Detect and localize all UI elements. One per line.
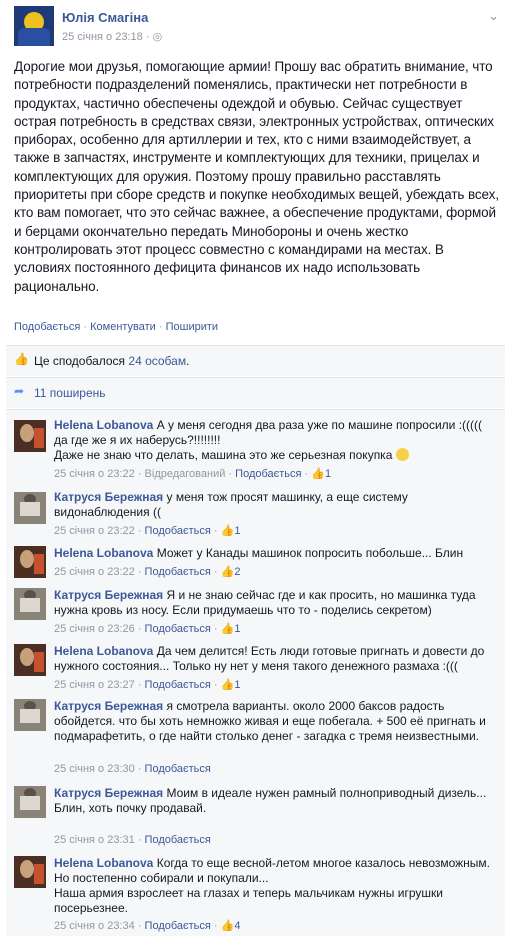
like-link[interactable]: Подобається: [145, 763, 211, 775]
like-link[interactable]: Подобається: [145, 834, 211, 846]
like-link[interactable]: Подобається: [145, 566, 211, 578]
share-action[interactable]: Поширити: [166, 321, 218, 333]
comment-author[interactable]: Helena Lobanova: [54, 418, 153, 432]
likes-count[interactable]: 24 особам: [128, 354, 186, 368]
thumbs-up-icon: 👍: [220, 525, 235, 537]
shares-summary: ➦ 11 поширень: [6, 377, 505, 408]
shares-count[interactable]: 11 поширень: [34, 386, 106, 400]
thumbs-up-icon: 👍: [220, 623, 235, 635]
thumbs-up-icon: 👍: [220, 920, 235, 932]
post-actions: Подобається · Коментувати · Поширити: [14, 321, 219, 333]
avatar[interactable]: [14, 546, 46, 578]
avatar[interactable]: [14, 588, 46, 620]
likes-summary: 👍 Це сподобалося 24 особам.: [6, 345, 505, 376]
like-action[interactable]: Подобається: [14, 321, 80, 333]
smile-emoji-icon: [395, 448, 409, 461]
post-date[interactable]: 25 січня о 23:18: [62, 31, 143, 43]
comment-meta: 25 січня о 23:31 · Подобається: [54, 834, 211, 846]
post-meta: 25 січня о 23:18 · ◎: [62, 31, 163, 43]
avatar[interactable]: [14, 492, 46, 524]
like-link[interactable]: Подобається: [145, 920, 211, 932]
comment-meta: 25 січня о 23:22 · Відредагований · Подо…: [54, 468, 332, 480]
thumbs-up-icon: 👍: [220, 566, 235, 578]
author-name[interactable]: Юлія Смагіна: [62, 10, 148, 25]
avatar[interactable]: [14, 644, 46, 676]
comment-meta: 25 січня о 23:26 · Подобається · 👍1: [54, 623, 241, 635]
post-header: Юлія Смагіна 25 січня о 23:18 · ◎ ⌄: [0, 0, 511, 52]
globe-icon[interactable]: ◎: [153, 31, 163, 43]
avatar[interactable]: [14, 856, 46, 888]
share-arrow-icon: ➦: [14, 384, 25, 398]
thumbs-up-icon: 👍: [14, 352, 29, 366]
thumbs-up-icon: 👍: [220, 679, 235, 691]
chevron-down-icon[interactable]: ⌄: [488, 8, 499, 24]
avatar[interactable]: [14, 420, 46, 452]
comment-meta: 25 січня о 23:22 · Подобається · 👍2: [54, 566, 241, 578]
author-avatar[interactable]: [14, 6, 54, 46]
comment-meta: 25 січня о 23:34 · Подобається · 👍4: [54, 920, 241, 932]
like-link[interactable]: Подобається: [145, 623, 211, 635]
avatar[interactable]: [14, 699, 46, 731]
post-text: Дорогие мои друзья, помогающие армии! Пр…: [14, 59, 499, 294]
comments-list: Helena Lobanova А у меня сегодня два раз…: [6, 409, 505, 936]
comment-action[interactable]: Коментувати: [90, 321, 156, 333]
comment-meta: 25 січня о 23:22 · Подобається · 👍1: [54, 525, 241, 537]
thumbs-up-icon: 👍: [311, 468, 325, 480]
comment-meta: 25 січня о 23:30 · Подобається: [54, 763, 211, 775]
like-link[interactable]: Подобається: [235, 468, 301, 480]
comment-meta: 25 січня о 23:27 · Подобається · 👍1: [54, 679, 241, 691]
like-link[interactable]: Подобається: [145, 679, 211, 691]
avatar[interactable]: [14, 786, 46, 818]
like-link[interactable]: Подобається: [145, 525, 211, 537]
